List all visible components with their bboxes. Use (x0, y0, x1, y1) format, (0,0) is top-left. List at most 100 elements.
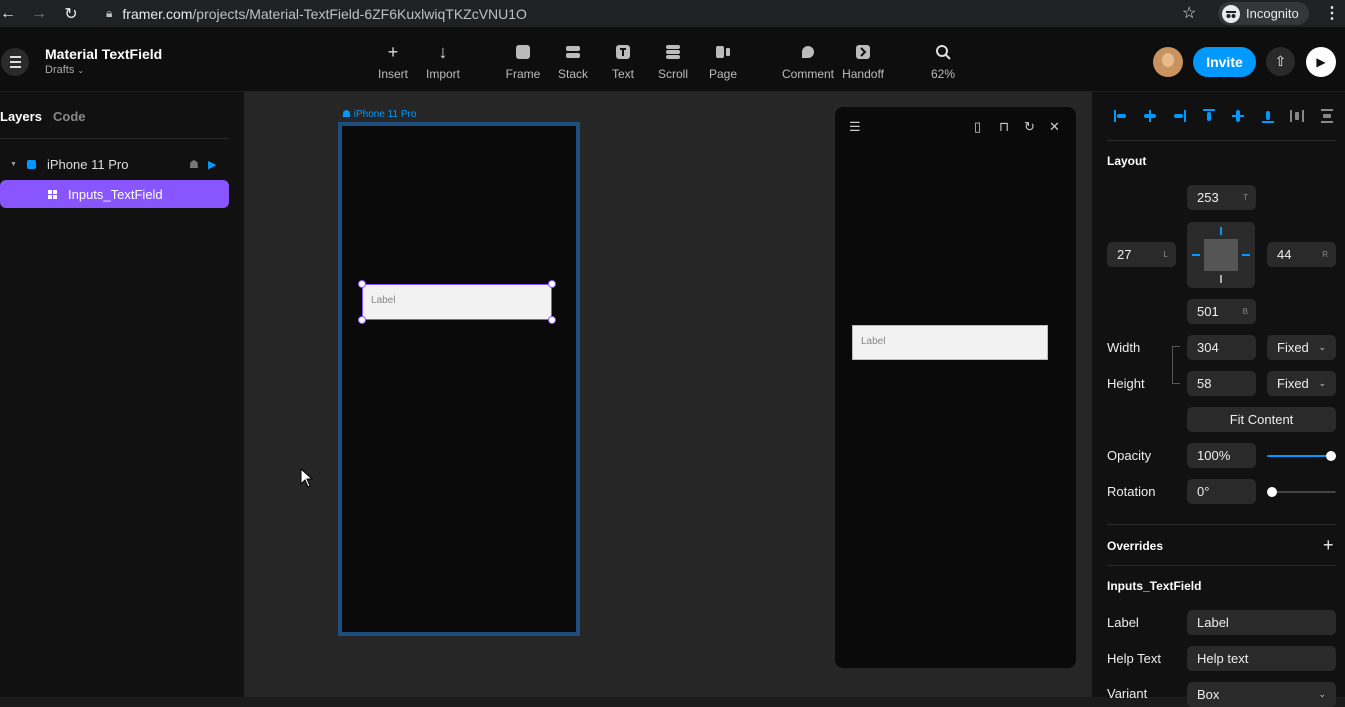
text-icon (615, 41, 631, 63)
page-label: Page (708, 67, 738, 81)
page-tool[interactable]: Page (693, 41, 753, 81)
right-position-input[interactable]: 44 R (1267, 242, 1336, 267)
constraints-box[interactable] (1187, 222, 1255, 288)
rotation-slider[interactable] (1272, 491, 1336, 493)
aspect-lock-icon[interactable] (1172, 346, 1180, 384)
align-center-vertical-icon[interactable] (1229, 107, 1247, 125)
bookmark-star-icon[interactable]: ☆ (1182, 3, 1196, 23)
publish-button[interactable]: ⇧ (1266, 47, 1295, 76)
textfield-component[interactable]: Label (358, 280, 556, 324)
height-label: Height (1107, 376, 1145, 391)
frame-label: Frame (505, 67, 541, 81)
canvas[interactable]: ☗ iPhone 11 Pro Label ☰ ▯ ⊓ ↻ ✕ Label (244, 92, 1092, 697)
invite-button[interactable]: Invite (1193, 47, 1256, 77)
disclosure-triangle-icon[interactable]: ▼ (10, 161, 17, 168)
browser-menu-icon[interactable]: ⋮ (1324, 3, 1340, 23)
align-center-horizontal-icon[interactable] (1141, 107, 1159, 125)
fit-content-button[interactable]: Fit Content (1187, 407, 1336, 432)
incognito-badge[interactable]: Incognito (1218, 2, 1309, 25)
rotation-slider-knob[interactable] (1267, 487, 1277, 497)
constraint-top[interactable] (1220, 227, 1222, 235)
width-input[interactable]: 304 (1187, 335, 1256, 360)
left-position-input[interactable]: 27 L (1107, 242, 1176, 267)
opacity-input[interactable]: 100% (1187, 443, 1256, 468)
align-right-icon[interactable] (1170, 107, 1188, 125)
align-left-icon[interactable] (1112, 107, 1130, 125)
width-mode-select[interactable]: Fixed ⌄ (1267, 335, 1336, 360)
refresh-icon[interactable]: ↻ (1024, 119, 1035, 135)
resize-handle[interactable] (358, 280, 366, 288)
home-icon[interactable]: ☗ (189, 158, 199, 171)
layer-name: Inputs_TextField (68, 186, 163, 202)
distribute-vertical-icon[interactable] (1318, 107, 1336, 125)
layer-item-inputs-textfield[interactable]: Inputs_TextField (0, 180, 229, 208)
unlock-icon[interactable]: ⊓ (999, 119, 1009, 135)
distribute-horizontal-icon[interactable] (1288, 107, 1306, 125)
iphone-frame[interactable]: Label (338, 122, 580, 636)
rotation-input[interactable]: 0° (1187, 479, 1256, 504)
resize-handle[interactable] (358, 316, 366, 324)
constraints-inner (1204, 239, 1238, 271)
close-icon[interactable]: ✕ (1049, 119, 1060, 135)
frame-title[interactable]: ☗ iPhone 11 Pro (342, 109, 416, 120)
rotation-label: Rotation (1107, 484, 1156, 499)
resize-handle[interactable] (548, 280, 556, 288)
play-icon: ▶ (1316, 55, 1326, 69)
layer-item-iphone-11-pro[interactable]: ▼ iPhone 11 Pro ☗ ▶ (0, 150, 229, 178)
scroll-icon (665, 41, 681, 63)
override-label-input[interactable]: Label (1187, 610, 1336, 635)
arrow-down-icon: ↓ (438, 41, 448, 62)
constraint-right[interactable] (1242, 254, 1250, 256)
incognito-label: Incognito (1246, 6, 1299, 21)
top-position-input[interactable]: 253 T (1187, 185, 1256, 210)
search-icon (935, 41, 951, 63)
insert-label: Insert (377, 67, 408, 81)
address-bar[interactable]: 🔒︎ framer.com/projects/Material-TextFiel… (94, 0, 1206, 27)
main-menu-button[interactable] (1, 48, 29, 76)
tab-code[interactable]: Code (53, 109, 86, 124)
mouse-cursor-icon (300, 468, 314, 488)
preview-play-button[interactable]: ▶ (1306, 47, 1336, 77)
comment-label: Comment (781, 67, 834, 81)
constraint-bottom[interactable] (1220, 275, 1222, 283)
page-icon (715, 41, 731, 63)
panel-divider (0, 138, 229, 139)
reload-icon[interactable]: ↻ (57, 0, 85, 27)
avatar[interactable] (1153, 47, 1183, 77)
override-help-text-input[interactable]: Help text (1187, 646, 1336, 671)
opacity-slider-knob[interactable] (1326, 451, 1336, 461)
device-icon[interactable]: ▯ (974, 119, 981, 135)
comment-tool[interactable]: Comment (778, 41, 838, 81)
zoom-tool[interactable]: 62% (913, 41, 973, 81)
project-title[interactable]: Material TextField (45, 46, 162, 62)
preview-window[interactable]: ☰ ▯ ⊓ ↻ ✕ Label (835, 107, 1076, 668)
stack-icon (565, 41, 581, 63)
height-input[interactable]: 58 (1187, 371, 1256, 396)
play-icon[interactable]: ▶ (208, 158, 216, 171)
handoff-tool[interactable]: Handoff (833, 41, 893, 81)
resize-handle[interactable] (548, 316, 556, 324)
textfield-label: Label (371, 295, 396, 306)
import-tool[interactable]: ↓ Import (413, 41, 473, 82)
handoff-icon (855, 41, 871, 63)
override-variant-select[interactable]: Box ⌄ (1187, 682, 1336, 707)
plus-icon: + (387, 41, 399, 62)
project-location[interactable]: Drafts ⌄ (45, 64, 84, 76)
bottom-position-input[interactable]: 501 B (1187, 299, 1256, 324)
width-label: Width (1107, 340, 1141, 355)
forward-icon[interactable]: → (25, 0, 53, 27)
height-mode-select[interactable]: Fixed ⌄ (1267, 371, 1336, 396)
add-override-button[interactable]: + (1323, 535, 1334, 556)
incognito-icon (1222, 4, 1240, 23)
chevron-down-icon: ⌄ (77, 66, 85, 75)
chevron-down-icon: ⌄ (1318, 342, 1326, 352)
tab-layers[interactable]: Layers (0, 109, 42, 124)
constraint-left[interactable] (1192, 254, 1200, 256)
back-icon[interactable]: ← (0, 0, 22, 27)
preview-textfield[interactable]: Label (852, 325, 1048, 360)
align-bottom-icon[interactable] (1259, 107, 1277, 125)
menu-icon[interactable]: ☰ (849, 119, 861, 135)
align-top-icon[interactable] (1200, 107, 1218, 125)
chevron-down-icon: ⌄ (1318, 689, 1326, 699)
opacity-slider[interactable] (1267, 455, 1331, 457)
